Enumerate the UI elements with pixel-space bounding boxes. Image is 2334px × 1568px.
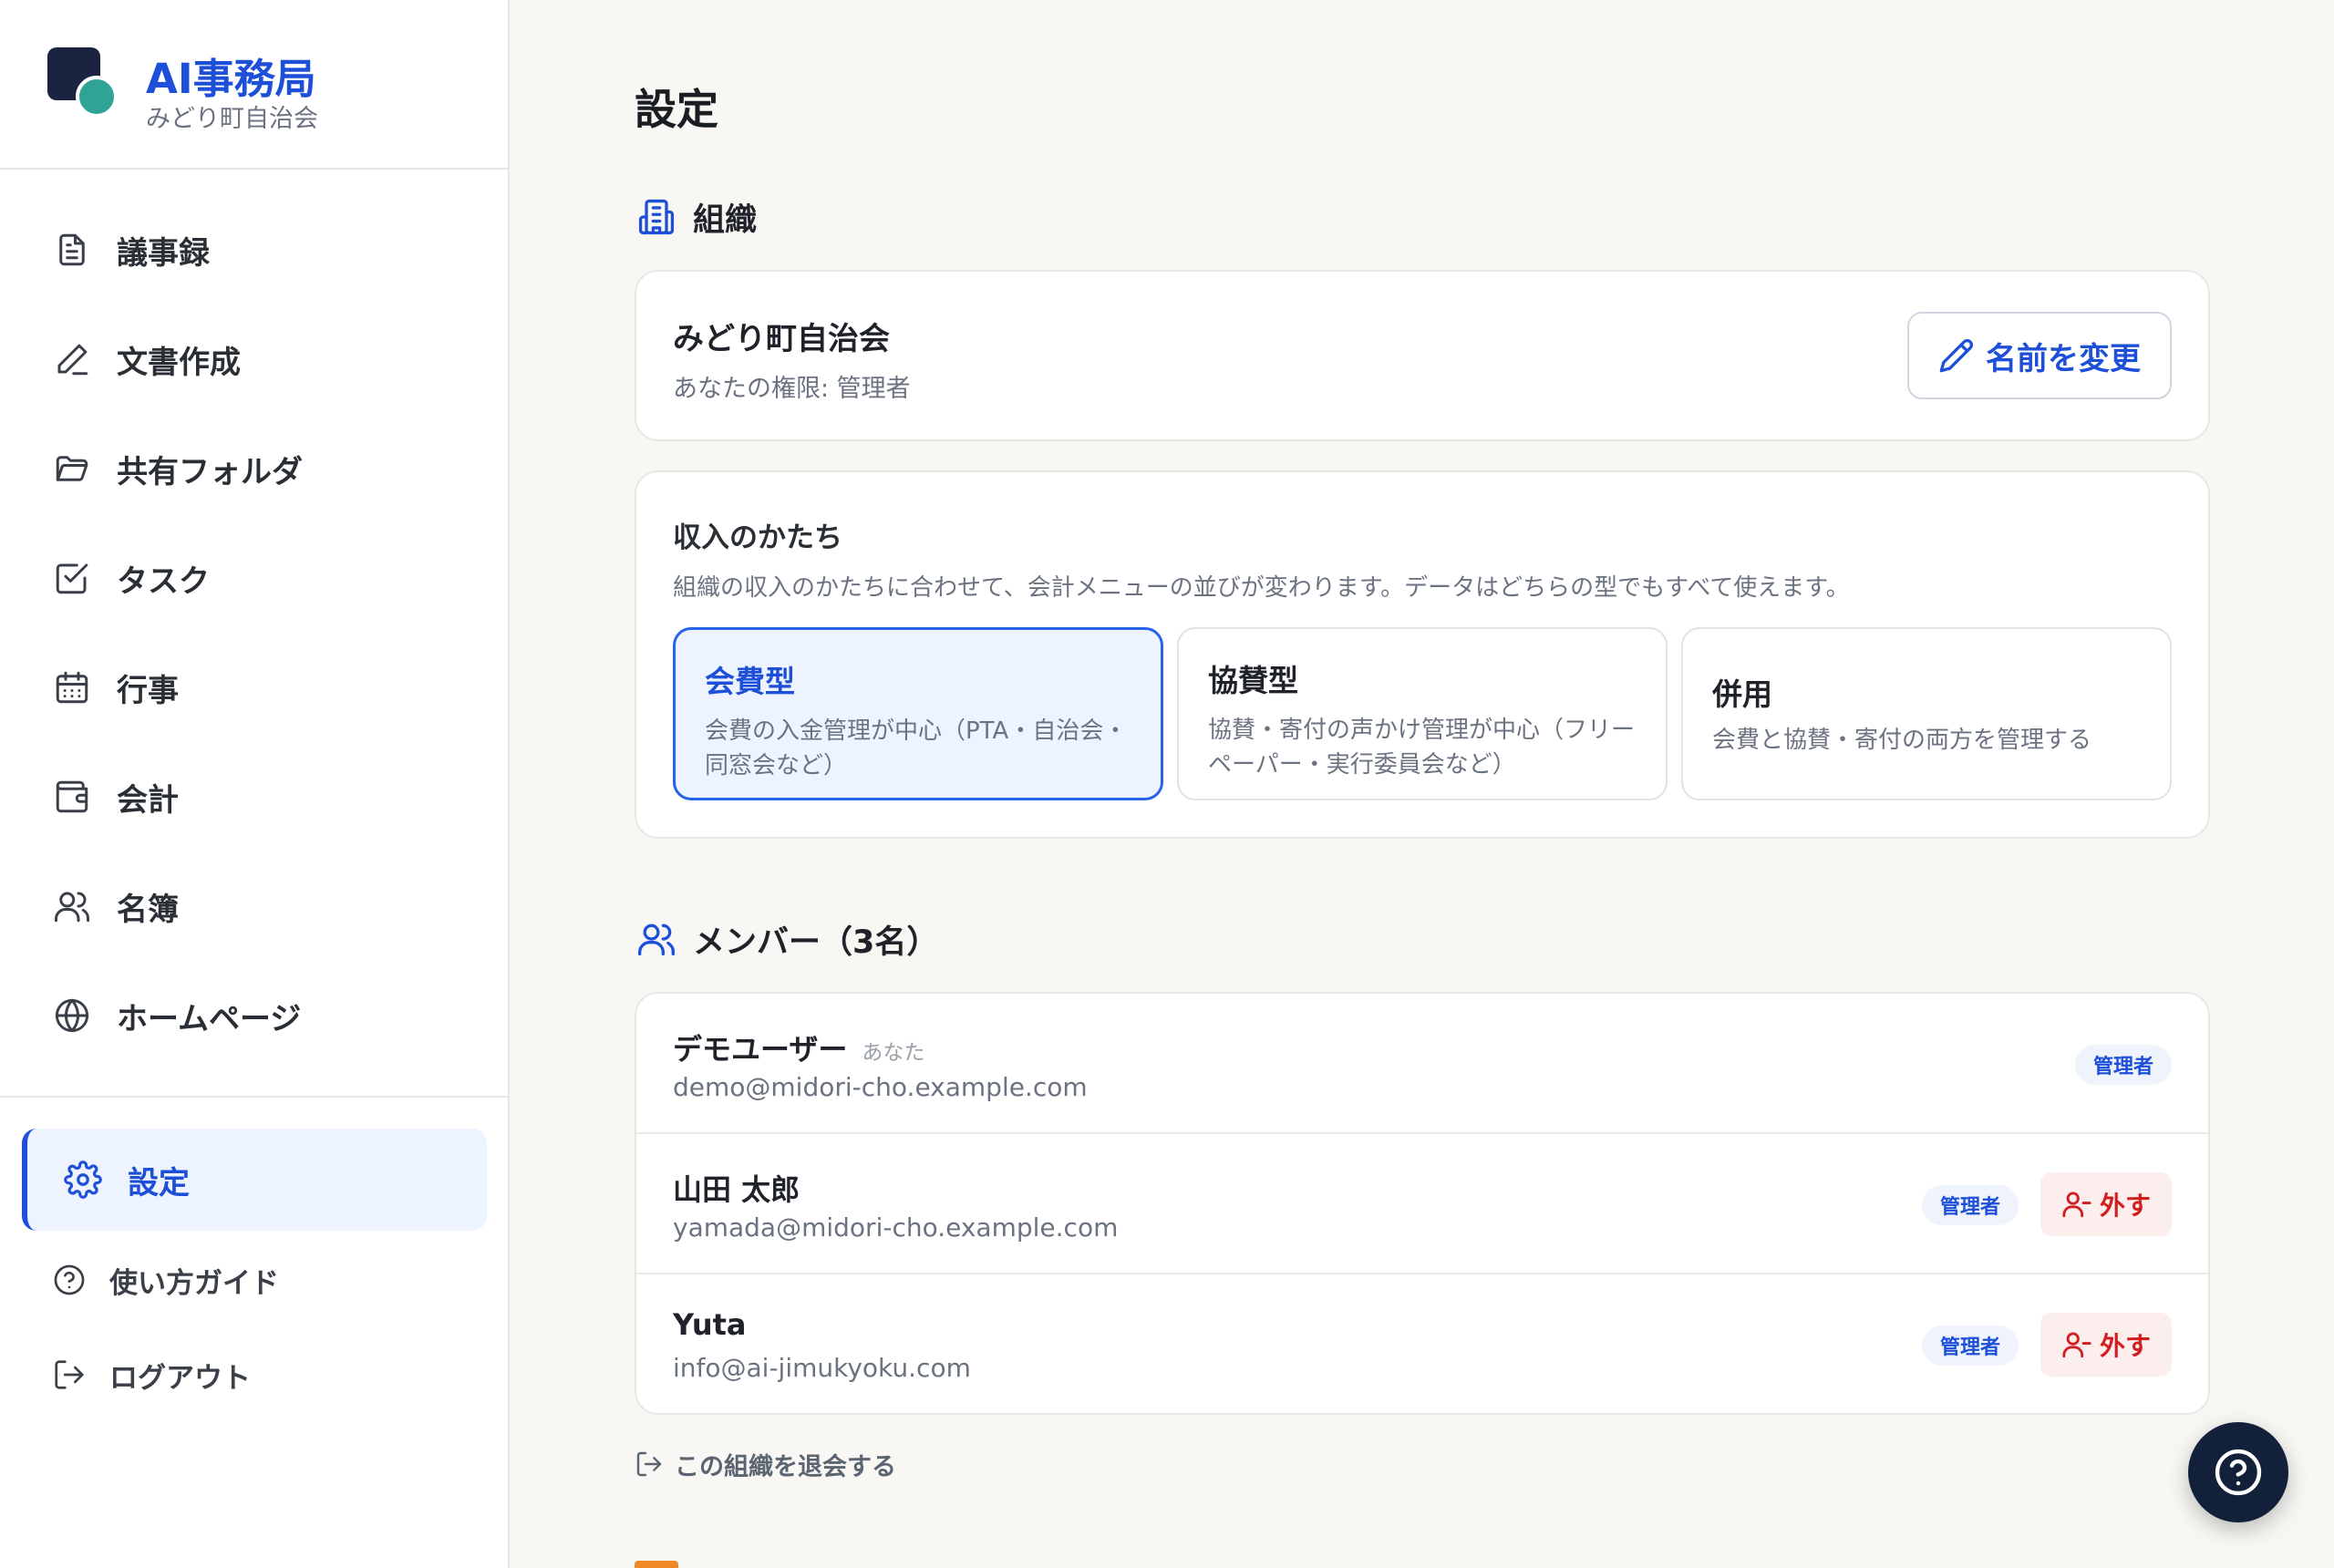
income-type-title: 収入のかたち xyxy=(673,521,842,554)
brand-subtitle: みどり町自治会 xyxy=(146,105,318,133)
sidebar-item-label: 設定 xyxy=(128,1164,190,1202)
sidebar-item-accounting[interactable]: 会計 xyxy=(22,749,487,844)
remove-member-button[interactable]: 外す xyxy=(2040,1172,2172,1236)
sidebar-item-label: ログアウト xyxy=(109,1361,251,1395)
rename-button-label: 名前を変更 xyxy=(1986,340,2141,377)
globe-icon xyxy=(51,995,93,1037)
section-title: 組織 xyxy=(693,201,758,239)
sidebar-item-settings[interactable]: 設定 xyxy=(22,1129,487,1231)
sidebar-divider xyxy=(0,1096,510,1098)
sidebar-item-label: 使い方ガイド xyxy=(109,1266,279,1300)
remove-button-label: 外す xyxy=(2099,1191,2151,1221)
sidebar-item-label: ホームページ xyxy=(117,1000,302,1037)
page-title: 設定 xyxy=(635,85,718,134)
income-option-membership-fee[interactable]: 会費型 会費の入金管理が中心（PTA・自治会・同窓会など） xyxy=(673,627,1163,800)
help-circle-icon xyxy=(51,1262,88,1298)
sidebar-item-label: 共有フォルダ xyxy=(117,453,303,490)
sidebar-item-logout[interactable]: ログアウト xyxy=(51,1347,251,1402)
sidebar-item-homepage[interactable]: ホームページ xyxy=(22,968,487,1063)
member-row: デモユーザー あなた demo@midori-cho.example.com 管理… xyxy=(636,994,2208,1134)
section-title: メンバー（3名） xyxy=(693,923,939,961)
sidebar-item-guide[interactable]: 使い方ガイド xyxy=(51,1253,279,1307)
option-title: 併用 xyxy=(1712,676,1772,712)
sidebar-item-documents[interactable]: 文書作成 xyxy=(22,312,487,407)
help-button[interactable] xyxy=(2188,1422,2288,1522)
income-option-sponsorship[interactable]: 協賛型 協賛・寄付の声かけ管理が中心（フリーペーパー・実行委員会など） xyxy=(1177,627,1668,800)
gear-icon xyxy=(62,1159,104,1201)
member-name-text: デモユーザー xyxy=(673,1032,848,1067)
remove-button-label: 外す xyxy=(2099,1331,2151,1361)
member-email: info@ai-jimukyoku.com xyxy=(673,1353,971,1383)
sidebar-item-label: タスク xyxy=(117,562,210,600)
sidebar-item-label: 名簿 xyxy=(117,891,179,928)
option-description: 協賛・寄付の声かけ管理が中心（フリーペーパー・実行委員会など） xyxy=(1208,717,1636,779)
member-row: Yuta info@ai-jimukyoku.com 管理者 外す xyxy=(636,1274,2208,1415)
income-option-combined[interactable]: 併用 会費と協賛・寄付の両方を管理する xyxy=(1681,627,2172,800)
main-content: 設定 組織 みどり町自治会 あなたの権限: 管理者 名前を変更 収入のかたち 組… xyxy=(511,0,2334,1568)
sidebar-item-events[interactable]: 行事 xyxy=(22,640,487,735)
wallet-icon xyxy=(51,776,93,818)
sidebar-item-roster[interactable]: 名簿 xyxy=(22,859,487,954)
sidebar-divider xyxy=(0,168,510,170)
organization-role: あなたの権限: 管理者 xyxy=(673,375,911,403)
rename-button[interactable]: 名前を変更 xyxy=(1907,312,2172,399)
document-icon xyxy=(51,229,93,271)
brand-logo xyxy=(47,47,120,120)
sidebar-item-shared-folder[interactable]: 共有フォルダ xyxy=(22,421,487,516)
users-icon xyxy=(51,885,93,927)
you-label: あなた xyxy=(862,1041,925,1065)
leave-organization-link[interactable]: この組織を退会する xyxy=(635,1444,896,1484)
option-description: 会費と協賛・寄付の両方を管理する xyxy=(1712,727,2092,754)
brand[interactable]: AI事務局 みどり町自治会 xyxy=(47,47,485,133)
next-section-icon xyxy=(635,1561,678,1568)
income-type-description: 組織の収入のかたちに合わせて、会計メニューの並びが変わります。データはどちらの型… xyxy=(673,574,1850,602)
member-email: yamada@midori-cho.example.com xyxy=(673,1212,1119,1243)
logout-icon xyxy=(636,1451,662,1477)
role-badge: 管理者 xyxy=(1921,1326,2019,1366)
leave-organization-label: この組織を退会する xyxy=(675,1452,896,1481)
sidebar: AI事務局 みどり町自治会 議事録 文書作成 共有フォルダ タスク 行事 会計 … xyxy=(0,0,510,1568)
help-circle-icon xyxy=(2215,1449,2262,1496)
member-row: 山田 太郎 yamada@midori-cho.example.com 管理者 … xyxy=(636,1134,2208,1274)
sidebar-item-tasks[interactable]: タスク xyxy=(22,531,487,625)
option-title: 会費型 xyxy=(705,664,795,699)
calendar-icon xyxy=(51,666,93,708)
option-title: 協賛型 xyxy=(1208,663,1298,698)
members-card: デモユーザー あなた demo@midori-cho.example.com 管理… xyxy=(635,992,2210,1415)
member-name: デモユーザー あなた xyxy=(673,1026,924,1068)
sidebar-item-label: 行事 xyxy=(117,672,179,709)
sidebar-item-label: 会計 xyxy=(117,781,179,819)
folder-icon xyxy=(51,448,93,490)
user-minus-icon xyxy=(2062,1191,2091,1218)
organization-section-heading: 組織 xyxy=(635,191,757,242)
organization-name: みどり町自治会 xyxy=(673,321,890,357)
option-description: 会費の入金管理が中心（PTA・自治会・同窓会など） xyxy=(705,717,1128,779)
logout-icon xyxy=(51,1357,88,1393)
member-name: Yuta xyxy=(673,1307,747,1342)
income-type-card: 収入のかたち 組織の収入のかたちに合わせて、会計メニューの並びが変わります。デー… xyxy=(635,470,2210,839)
sidebar-item-minutes[interactable]: 議事録 xyxy=(22,202,487,297)
member-name: 山田 太郎 xyxy=(673,1172,800,1207)
role-badge: 管理者 xyxy=(1921,1185,2019,1225)
sidebar-item-label: 文書作成 xyxy=(117,344,241,381)
building-icon xyxy=(635,195,678,239)
users-icon xyxy=(635,917,678,961)
brand-title: AI事務局 xyxy=(146,55,316,103)
members-section-heading: メンバー（3名） xyxy=(635,913,938,965)
remove-member-button[interactable]: 外す xyxy=(2040,1313,2172,1377)
role-badge: 管理者 xyxy=(2074,1045,2172,1085)
checkbox-icon xyxy=(51,557,93,599)
member-email: demo@midori-cho.example.com xyxy=(673,1072,1088,1102)
pen-icon xyxy=(51,338,93,380)
sidebar-item-label: 議事録 xyxy=(117,234,210,272)
pencil-icon xyxy=(1939,338,1974,373)
user-minus-icon xyxy=(2062,1332,2091,1358)
organization-card: みどり町自治会 あなたの権限: 管理者 名前を変更 xyxy=(635,270,2210,441)
